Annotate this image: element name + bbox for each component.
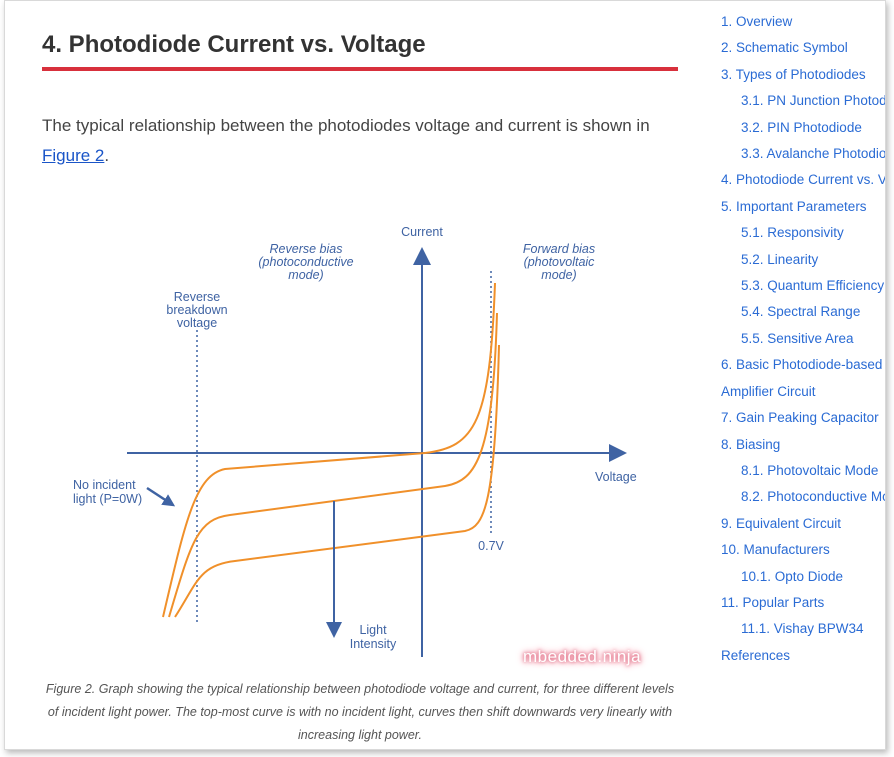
toc-item[interactable]: 3.2. PIN Photodiode (721, 115, 885, 141)
toc-item[interactable]: 5.2. Linearity (721, 247, 885, 273)
forward-bias-label-3: mode) (541, 268, 576, 282)
forward-bias-label-1: Forward bias (523, 242, 595, 256)
watermark: mbedded.ninja (523, 647, 642, 666)
breakdown-label-3: voltage (177, 316, 217, 330)
toc-item[interactable]: 8.2. Photoconductive Mode (721, 484, 885, 510)
breakdown-label-2: breakdown (166, 303, 227, 317)
breakdown-label-1: Reverse (174, 290, 221, 304)
intro-text: The typical relationship between the pho… (42, 116, 650, 135)
current-axis-label: Current (401, 225, 443, 239)
toc-item[interactable]: 10. Manufacturers (721, 537, 885, 563)
reverse-bias-label-3: mode) (288, 268, 323, 282)
no-light-label-2: light (P=0W) (73, 492, 142, 506)
voltage-axis-label: Voltage (595, 470, 637, 484)
current-axis-arrow (413, 247, 431, 265)
toc-item[interactable]: 5. Important Parameters (721, 194, 885, 220)
intro-paragraph: The typical relationship between the pho… (42, 111, 682, 171)
toc-item[interactable]: 8.1. Photovoltaic Mode (721, 458, 885, 484)
toc-item[interactable]: 5.4. Spectral Range (721, 299, 885, 325)
toc-item[interactable]: 11. Popular Parts (721, 590, 885, 616)
intro-end: . (104, 146, 110, 165)
iv-graph: Current Voltage 0.7V Reverse bias (photo… (73, 225, 637, 657)
toc-item[interactable]: 5.1. Responsivity (721, 220, 885, 246)
toc-item[interactable]: 9. Equivalent Circuit (721, 511, 885, 537)
toc-item[interactable]: 11.1. Vishay BPW34 (721, 616, 885, 642)
vf-label: 0.7V (478, 539, 504, 553)
table-of-contents: 1. Overview 2. Schematic Symbol 3. Types o… (721, 9, 885, 669)
toc-item[interactable]: 3.3. Avalanche Photodiode (721, 141, 885, 167)
toc-item[interactable]: 10.1. Opto Diode (721, 564, 885, 590)
toc-item[interactable]: 2. Schematic Symbol (721, 35, 885, 61)
no-light-pointer (146, 486, 176, 507)
figure-2: Current Voltage 0.7V Reverse bias (photo… (45, 213, 665, 668)
toc-item[interactable]: 3. Types of Photodiodes (721, 62, 885, 88)
forward-bias-label-2: (photovoltaic (524, 255, 596, 269)
page-frame: 4. Photodiode Current vs. Voltage The ty… (4, 0, 886, 750)
light-intensity-label-1: Light (359, 623, 387, 637)
toc-item[interactable]: 4. Photodiode Current vs. Voltage (721, 167, 885, 193)
light-intensity-arrow-head (326, 622, 342, 638)
toc-item[interactable]: 5.5. Sensitive Area (721, 326, 885, 352)
article-main: 4. Photodiode Current vs. Voltage The ty… (5, 1, 695, 749)
toc-item[interactable]: 8. Biasing (721, 432, 885, 458)
no-light-label-1: No incident (73, 478, 136, 492)
reverse-bias-label-1: Reverse bias (270, 242, 343, 256)
voltage-axis-arrow (609, 444, 627, 462)
section-heading: 4. Photodiode Current vs. Voltage (42, 31, 426, 58)
iv-curve-high-light (174, 344, 500, 618)
reverse-bias-label-2: (photoconductive (258, 255, 353, 269)
heading-underline (42, 67, 678, 71)
figure-caption: Figure 2. Graph showing the typical rela… (45, 682, 675, 742)
toc-item[interactable]: 1. Overview (721, 9, 885, 35)
light-intensity-label-2: Intensity (350, 637, 397, 651)
toc-item[interactable]: References (721, 643, 885, 669)
toc-item[interactable]: 5.3. Quantum Efficiency (721, 273, 885, 299)
toc-item[interactable]: 3.1. PN Junction Photodiode (721, 88, 885, 114)
figure-2-link[interactable]: Figure 2 (42, 146, 104, 165)
toc-item[interactable]: 6. Basic Photodiode-based Amplifier Circ… (721, 352, 885, 405)
toc-item[interactable]: 7. Gain Peaking Capacitor (721, 405, 885, 431)
